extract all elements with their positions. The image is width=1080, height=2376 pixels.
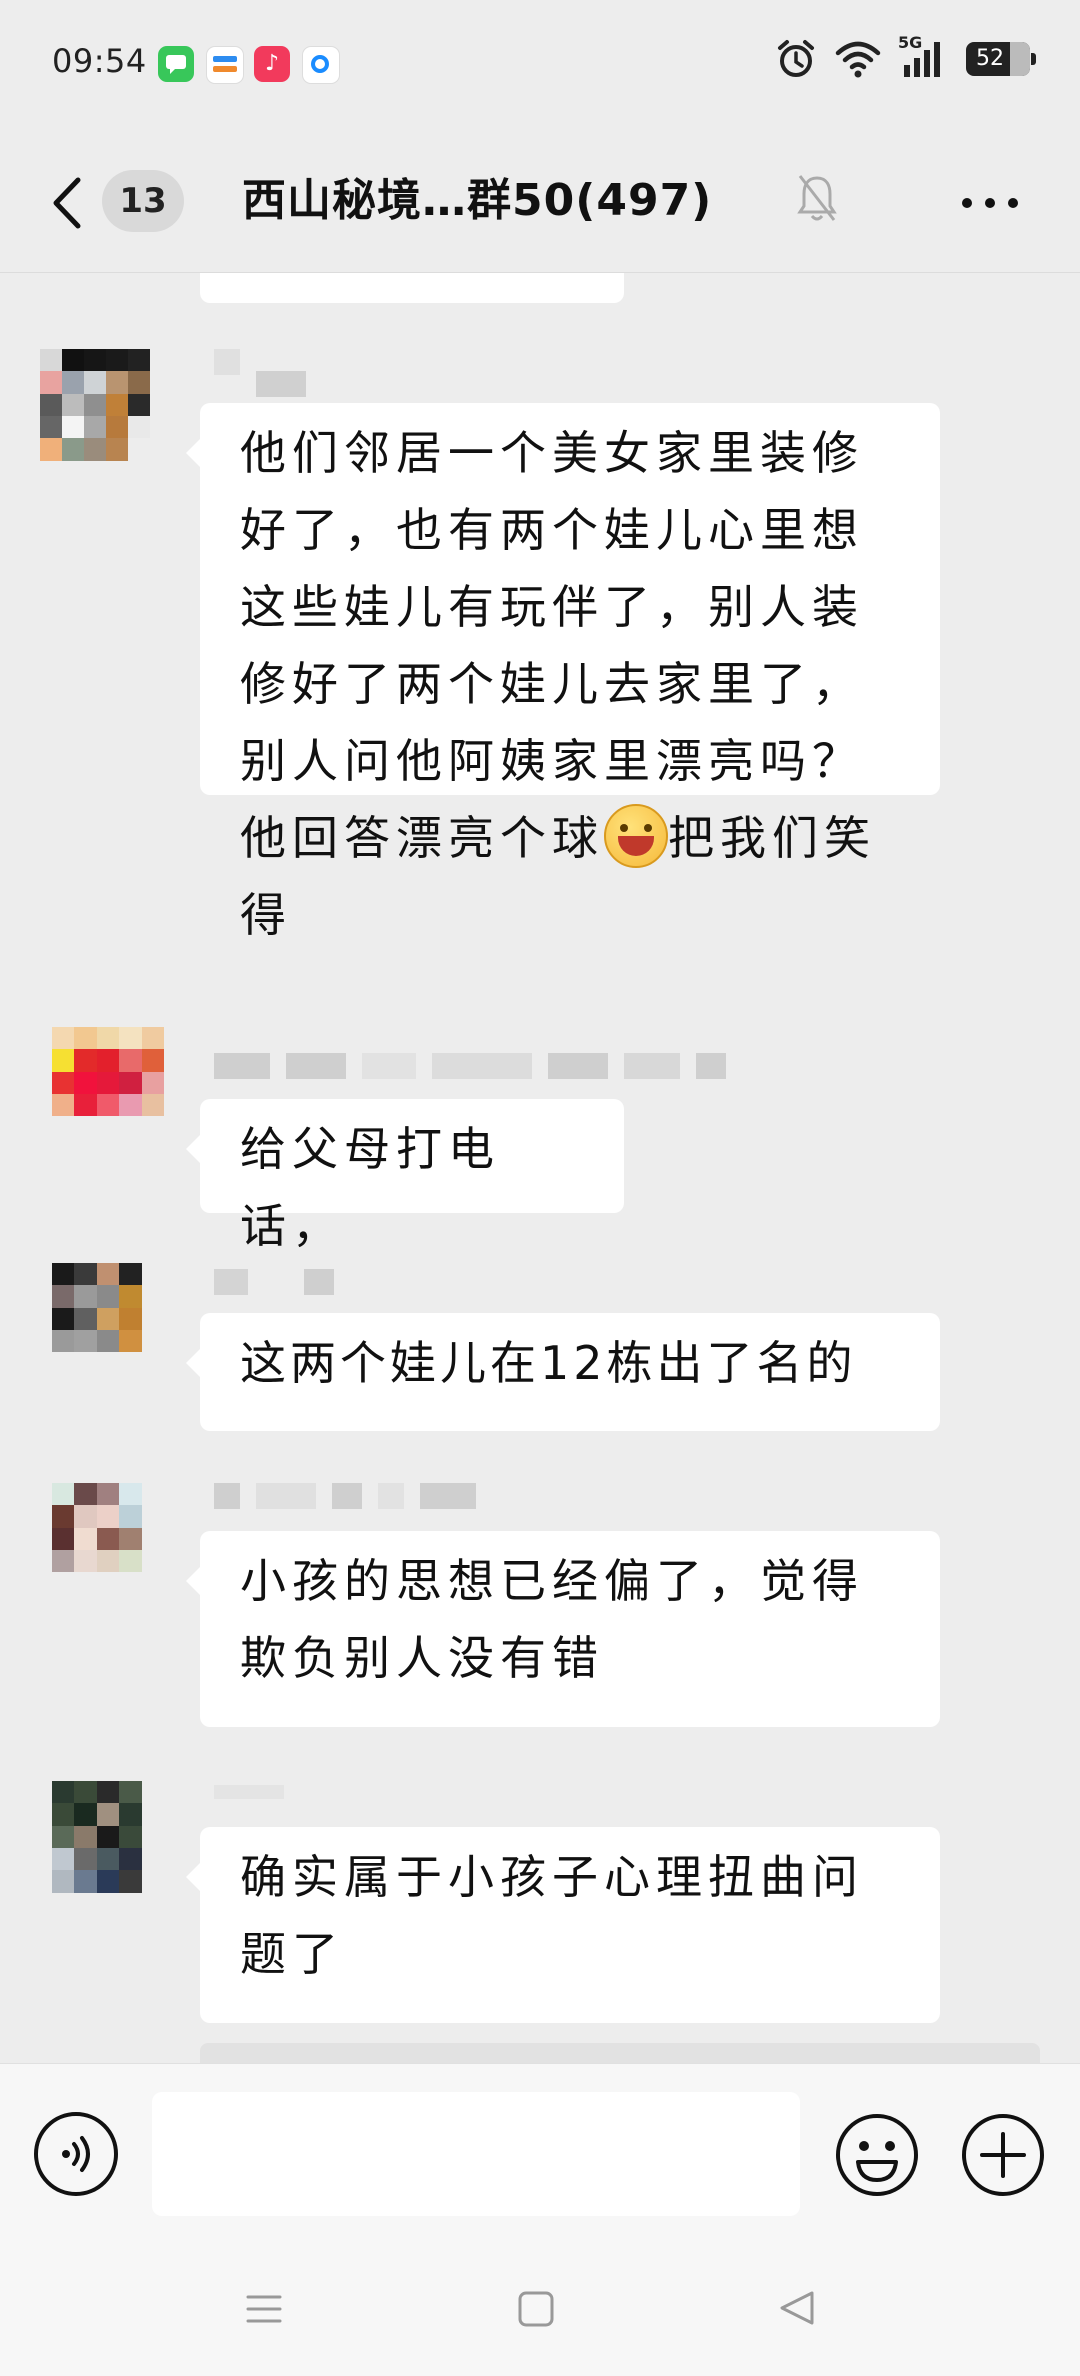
avatar[interactable] [52, 1263, 164, 1397]
add-button[interactable] [960, 2112, 1046, 2198]
battery-empty-portion [1010, 42, 1030, 76]
mute-bell-icon [797, 175, 837, 221]
voice-button[interactable] [34, 2112, 118, 2196]
avatar[interactable] [52, 1483, 164, 1617]
back-chevron-icon [53, 177, 81, 229]
message-input[interactable] [152, 2092, 800, 2216]
emoji-button[interactable] [834, 2112, 920, 2198]
more-options-button[interactable] [958, 182, 1022, 222]
system-back-button[interactable] [776, 2287, 818, 2333]
sender-name-blurred [214, 1785, 284, 1811]
recent-apps-button[interactable] [244, 2289, 284, 2333]
message-line: 确实属于小孩子心理扭曲问 [240, 1850, 864, 1904]
message-line: 这些娃儿有玩伴了，别人装 [240, 580, 864, 634]
message-line: 好了，也有两个娃儿心里想 [240, 503, 864, 557]
status-time: 09:54 [52, 42, 147, 80]
message-line: 给父母打电话， [240, 1122, 500, 1253]
chat-title[interactable]: 西山秘境…群50(497) [242, 168, 712, 234]
battery-level: 52 [976, 46, 1004, 71]
music-app-icon: ♪ [254, 46, 290, 82]
message-line: 修好了两个娃儿去家里了， [240, 657, 864, 711]
unread-count-badge[interactable]: 13 [102, 170, 184, 232]
grinning-face-emoji [604, 804, 668, 868]
avatar[interactable] [52, 1781, 164, 1915]
wifi-icon [835, 41, 881, 78]
menu-lines-icon [246, 2295, 282, 2323]
message-bubble[interactable]: 这两个娃儿在12栋出了名的 [186, 1313, 940, 1431]
message-line: 这两个娃儿在12栋出了名的 [240, 1336, 857, 1390]
sender-name-blurred [214, 1483, 476, 1509]
message-list[interactable]: 他们邻居一个美女家里装修 好了，也有两个娃儿心里想 这些娃儿有玩伴了，别人装 修… [0, 273, 1080, 2063]
message-line: 他们邻居一个美女家里装修 [240, 426, 864, 480]
message-line: 小孩的思想已经偏了，觉得 [240, 1554, 864, 1608]
status-bar: 09:54 ♪ 5G 52 [0, 0, 1080, 130]
message-line: 别人问他阿姨家里漂亮吗？ [240, 734, 864, 788]
more-dot [985, 198, 995, 208]
message-text: 把我们笑 [668, 811, 876, 865]
back-button[interactable] [48, 168, 88, 238]
system-navigation-bar [0, 2243, 1080, 2376]
emoji-icon [836, 2114, 918, 2196]
message-bubble[interactable]: 他们邻居一个美女家里装修 好了，也有两个娃儿心里想 这些娃儿有玩伴了，别人装 修… [186, 403, 940, 942]
message-bubble-partial[interactable] [200, 273, 624, 303]
avatar[interactable] [52, 1027, 164, 1161]
plus-icon [962, 2114, 1044, 2196]
message-line: 欺负别人没有错 [240, 1631, 604, 1685]
cellular-group: 5G [898, 33, 948, 79]
back-triangle-icon [780, 2291, 814, 2325]
network-type: 5G [898, 33, 923, 52]
sender-name-blurred [214, 1269, 334, 1295]
message-bubble[interactable]: 给父母打电话， [186, 1099, 624, 1253]
message-bubble[interactable]: 小孩的思想已经偏了，觉得 欺负别人没有错 [186, 1531, 940, 1727]
partial-next-message [200, 2043, 1040, 2063]
message-line: 得 [240, 888, 292, 942]
home-button[interactable] [516, 2289, 556, 2333]
more-dot [1008, 198, 1018, 208]
sender-name-blurred [214, 1053, 726, 1079]
status-icons: 5G 52 [776, 33, 1036, 80]
browser-app-icon [302, 46, 340, 84]
messages-app-icon [158, 46, 194, 82]
message-text: 他回答漂亮个球 [240, 811, 604, 865]
battery-indicator: 52 [966, 42, 1036, 76]
sender-name-blurred [214, 349, 306, 397]
voice-icon [62, 2136, 90, 2172]
alarm-icon [778, 40, 814, 77]
chat-header: 13 西山秘境…群50(497) [0, 130, 1080, 273]
message-bubble[interactable]: 确实属于小孩子心理扭曲问 题了 [186, 1827, 940, 2023]
message-line: 题了 [240, 1927, 344, 1981]
message-line: 他回答漂亮个球 把我们笑 [240, 800, 900, 877]
more-dots-icon [962, 198, 972, 208]
input-bar [0, 2063, 1080, 2244]
avatar[interactable] [40, 349, 150, 483]
wallet-app-icon [206, 46, 244, 84]
home-square-icon [518, 2291, 554, 2327]
